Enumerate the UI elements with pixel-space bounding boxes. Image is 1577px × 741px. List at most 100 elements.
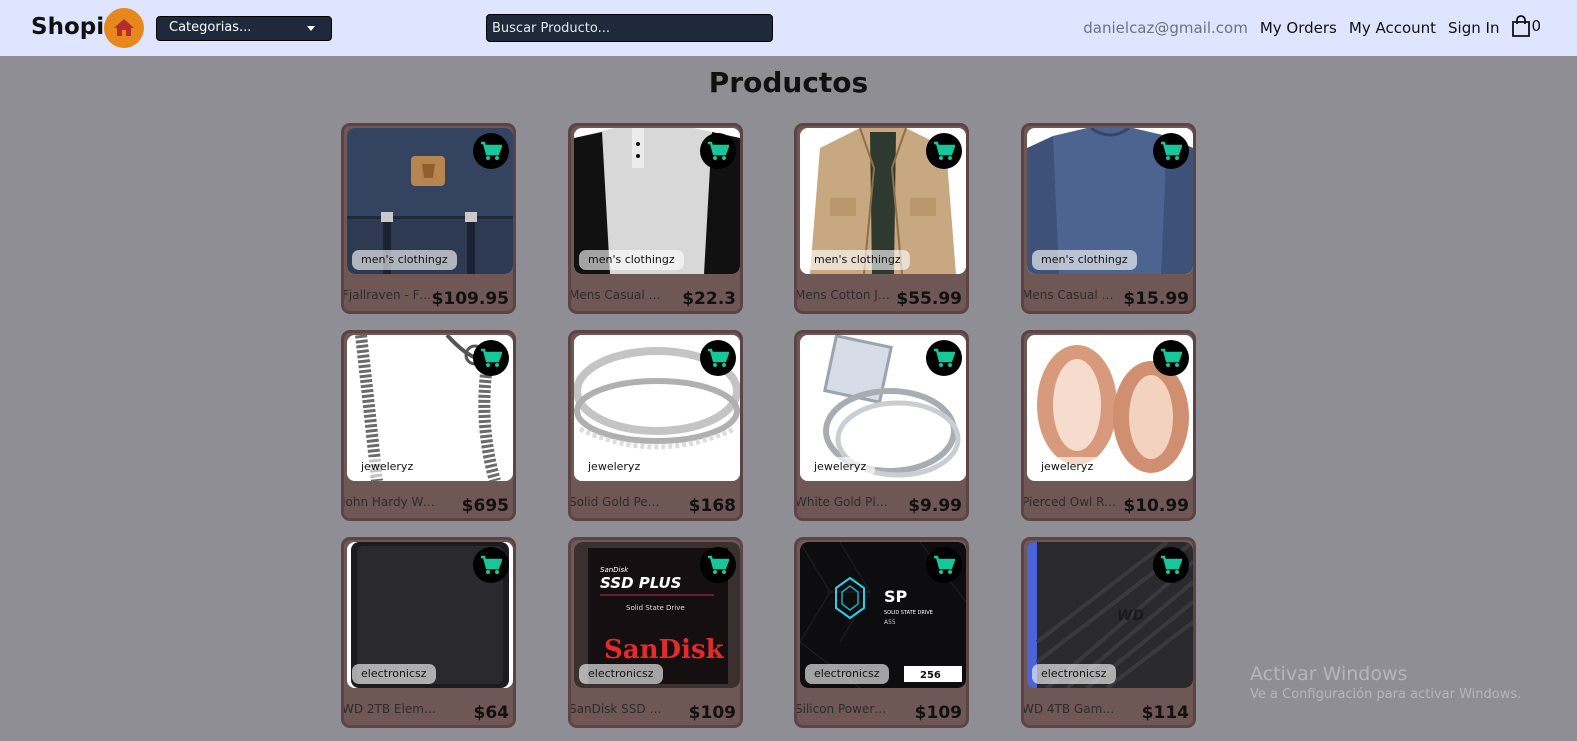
cart-icon	[481, 555, 502, 574]
watermark-title: Activar Windows	[1250, 663, 1408, 685]
sp-subline: SOLID STATE DRIVE	[884, 610, 933, 616]
product-card[interactable]: SP SOLID STATE DRIVE A55 256 electronics…	[794, 537, 969, 728]
category-badge: jeweleryz	[805, 457, 876, 477]
add-to-cart-button[interactable]	[926, 547, 962, 583]
product-price: $168	[688, 496, 736, 516]
shopping-bag-icon	[1512, 15, 1531, 37]
cart-icon	[1161, 141, 1182, 160]
product-card[interactable]: men's clothingz Mens Casual Premium Slim…	[568, 123, 743, 314]
add-to-cart-button[interactable]	[700, 133, 736, 169]
product-name: WD 2TB Elements Portable	[342, 702, 437, 716]
cart-count: 0	[1531, 17, 1541, 35]
category-badge: men's clothingz	[352, 250, 457, 270]
cart-button[interactable]: 0	[1511, 15, 1541, 37]
sandisk-small-text: SanDisk	[600, 566, 629, 574]
add-to-cart-button[interactable]	[926, 133, 962, 169]
add-to-cart-button[interactable]	[1153, 547, 1189, 583]
product-card[interactable]: men's clothingz Fjallraven - Foldsack No…	[341, 123, 516, 314]
category-badge: men's clothingz	[805, 250, 910, 270]
add-to-cart-button[interactable]	[1153, 133, 1189, 169]
product-price: $109	[914, 703, 962, 723]
sandisk-headline: SSD PLUS	[600, 574, 681, 592]
product-name: Fjallraven - Foldsack No. 1 Backpack	[342, 288, 437, 302]
product-price: $109.95	[431, 289, 509, 309]
sign-in-link[interactable]: Sign In	[1448, 19, 1499, 37]
product-card[interactable]: jeweleryz White Gold Plated Princess $9.…	[794, 330, 969, 521]
product-name: John Hardy Women's Legends Naga Bracelet	[342, 495, 437, 509]
add-to-cart-button[interactable]	[700, 340, 736, 376]
product-name: Pierced Owl Rose Gold Plated	[1022, 495, 1117, 509]
user-email: danielcaz@gmail.com	[1083, 18, 1248, 37]
product-price: $695	[461, 496, 509, 516]
my-orders-link[interactable]: My Orders	[1260, 19, 1337, 37]
product-card[interactable]: men's clothingz Mens Casual Slim Fit $15…	[1021, 123, 1196, 314]
watermark-subtitle: Ve a Configuración para activar Windows.	[1250, 687, 1522, 702]
category-badge: jeweleryz	[579, 457, 650, 477]
cart-icon	[934, 141, 955, 160]
sp-logo: SP	[884, 587, 908, 606]
cart-icon	[481, 348, 502, 367]
product-name: Solid Gold Petite Micropave	[569, 495, 664, 509]
add-to-cart-button[interactable]	[700, 547, 736, 583]
product-price: $114	[1141, 703, 1189, 723]
cart-icon	[481, 141, 502, 160]
category-select[interactable]: Categorias...	[156, 16, 332, 41]
brand-logo-text[interactable]: Shopi	[31, 14, 104, 40]
cart-icon	[708, 141, 729, 160]
product-name: Mens Casual Premium Slim Fit T-Shirts	[569, 288, 664, 302]
chevron-down-icon	[307, 26, 315, 31]
product-price: $109	[688, 703, 736, 723]
cart-icon	[708, 348, 729, 367]
top-navbar: Shopi Categorias... danielcaz@gmail.com …	[0, 0, 1577, 56]
add-to-cart-button[interactable]	[926, 340, 962, 376]
windows-activation-watermark: Activar Windows Ve a Configuración para …	[1250, 663, 1521, 702]
product-card[interactable]: electronicsz WD 2TB Elements Portable $6…	[341, 537, 516, 728]
sandisk-subline: Solid State Drive	[626, 604, 685, 612]
product-card[interactable]: men's clothingz Mens Cotton Jacket $55.9…	[794, 123, 969, 314]
category-badge: electronicsz	[352, 664, 436, 684]
category-badge: electronicsz	[1032, 664, 1116, 684]
add-to-cart-button[interactable]	[473, 547, 509, 583]
search-input[interactable]	[486, 14, 773, 42]
add-to-cart-button[interactable]	[473, 133, 509, 169]
sp-capacity: 256	[920, 670, 941, 681]
product-name: Silicon Power 256GB SSD	[795, 702, 890, 716]
cart-icon	[708, 555, 729, 574]
cart-icon	[934, 348, 955, 367]
home-button[interactable]	[104, 8, 144, 48]
product-price: $22.3	[682, 289, 736, 309]
product-price: $64	[473, 703, 510, 723]
category-badge: jeweleryz	[352, 457, 423, 477]
cart-icon	[934, 555, 955, 574]
product-card[interactable]: WD electronicsz WD 4TB Gaming Drive $114	[1021, 537, 1196, 728]
add-to-cart-button[interactable]	[473, 340, 509, 376]
home-icon	[114, 19, 134, 36]
add-to-cart-button[interactable]	[1153, 340, 1189, 376]
product-price: $9.99	[908, 496, 962, 516]
product-card[interactable]: jeweleryz Pierced Owl Rose Gold Plated $…	[1021, 330, 1196, 521]
product-card[interactable]: jeweleryz John Hardy Women's Legends Nag…	[341, 330, 516, 521]
category-select-value: Categorias...	[169, 20, 252, 35]
product-card[interactable]: SanDisk SSD PLUS Solid State Drive SanDi…	[568, 537, 743, 728]
product-name: SanDisk SSD PLUS 1TB	[569, 702, 664, 716]
product-card[interactable]: jeweleryz Solid Gold Petite Micropave $1…	[568, 330, 743, 521]
product-price: $55.99	[896, 289, 962, 309]
product-price: $10.99	[1123, 496, 1189, 516]
product-name: White Gold Plated Princess	[795, 495, 890, 509]
sandisk-logo: SanDisk	[604, 635, 725, 665]
product-name: Mens Casual Slim Fit	[1022, 288, 1117, 302]
category-badge: electronicsz	[579, 664, 663, 684]
cart-icon	[1161, 555, 1182, 574]
wd-logo: WD	[1117, 608, 1144, 624]
sp-model: A55	[884, 619, 896, 626]
category-badge: men's clothingz	[1032, 250, 1137, 270]
product-name: WD 4TB Gaming Drive	[1022, 702, 1117, 716]
my-account-link[interactable]: My Account	[1349, 19, 1436, 37]
category-badge: men's clothingz	[579, 250, 684, 270]
user-nav: danielcaz@gmail.com My Orders My Account…	[1083, 15, 1541, 37]
product-name: Mens Cotton Jacket	[795, 288, 890, 302]
cart-icon	[1161, 348, 1182, 367]
product-price: $15.99	[1123, 289, 1189, 309]
page-title: Productos	[708, 66, 869, 99]
category-badge: electronicsz	[805, 664, 889, 684]
